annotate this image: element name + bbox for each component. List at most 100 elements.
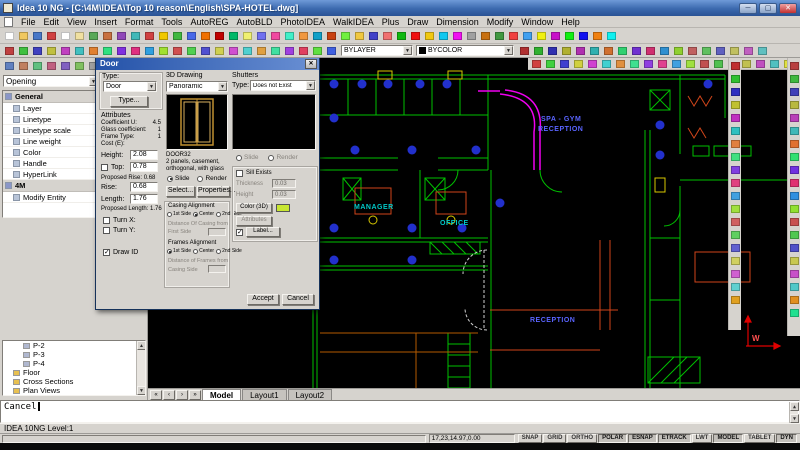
turn-x-checkbox[interactable] — [103, 217, 110, 224]
toolbar-icon[interactable] — [493, 30, 506, 42]
toolbar-icon[interactable] — [255, 30, 268, 42]
menu-dimension[interactable]: Dimension — [432, 16, 483, 28]
properties-button[interactable]: Properties... — [197, 186, 230, 197]
label-checkbox[interactable] — [236, 229, 243, 236]
toolbar-icon[interactable] — [423, 30, 436, 42]
frames-align-2nd-side[interactable]: 2nd Side — [216, 248, 242, 254]
toolbar-icon[interactable] — [465, 30, 478, 42]
maximize-button[interactable]: ▢ — [759, 3, 777, 14]
sill-exists-checkbox[interactable] — [236, 170, 243, 177]
toolbar-icon[interactable] — [17, 30, 30, 42]
toolbar-icon[interactable] — [729, 177, 741, 189]
toolbar-icon[interactable] — [729, 255, 741, 267]
type-button[interactable]: Type... — [110, 96, 148, 107]
toolbar-icon[interactable] — [756, 45, 769, 57]
toolbar-icon[interactable] — [269, 45, 282, 57]
toolbar-icon[interactable] — [227, 30, 240, 42]
toolbar-icon[interactable] — [729, 151, 741, 163]
toolbar-icon[interactable] — [628, 58, 641, 69]
toolbar-icon[interactable] — [729, 294, 741, 306]
toolbar-icon[interactable] — [616, 45, 629, 57]
toolbar-icon[interactable] — [754, 58, 767, 69]
tab-model[interactable]: Model — [202, 389, 241, 400]
toolbar-icon[interactable] — [788, 281, 800, 293]
toolbar-icon[interactable] — [59, 60, 72, 72]
toolbar-icon[interactable] — [788, 164, 800, 176]
toolbar-icon[interactable] — [157, 45, 170, 57]
toolbar-icon[interactable] — [670, 58, 683, 69]
toolbar-icon[interactable] — [530, 58, 543, 69]
status-toggle-esnap[interactable]: ESNAP — [628, 434, 657, 443]
toolbar-icon[interactable] — [560, 45, 573, 57]
toolbar-icon[interactable] — [45, 60, 58, 72]
toolbar-icon[interactable] — [311, 45, 324, 57]
toolbar-icon[interactable] — [199, 30, 212, 42]
tree-item[interactable]: P-3 — [3, 350, 145, 359]
toolbar-icon[interactable] — [87, 45, 100, 57]
menu-format[interactable]: Format — [121, 16, 158, 28]
casing-align-1st-side[interactable]: 1st Side — [167, 211, 191, 217]
frames-align-1st-side[interactable]: 1st Side — [167, 248, 191, 254]
toolbar-icon[interactable] — [574, 45, 587, 57]
status-toggle-ortho[interactable]: ORTHO — [567, 434, 597, 443]
toolbar-icon[interactable] — [788, 307, 800, 319]
command-line[interactable]: Cancel ▲ ▼ — [0, 400, 800, 423]
toolbar-icon[interactable] — [549, 30, 562, 42]
toolbar-icon[interactable] — [143, 30, 156, 42]
toolbar-icon[interactable] — [143, 45, 156, 57]
toolbar-icon[interactable] — [729, 281, 741, 293]
height-field[interactable]: 2.08 — [130, 150, 158, 160]
toolbar-icon[interactable] — [451, 30, 464, 42]
drawing3d-type-combobox[interactable]: Panoramic ▼ — [166, 81, 228, 92]
toolbar-icon[interactable] — [600, 58, 613, 69]
toolbar-icon[interactable] — [729, 138, 741, 150]
toolbar-icon[interactable] — [672, 45, 685, 57]
toolbar-icon[interactable] — [686, 45, 699, 57]
sill-color-button[interactable]: Color (3D) — [236, 203, 272, 213]
scroll-up-icon[interactable]: ▲ — [790, 402, 799, 411]
tab-nav-button[interactable]: « — [150, 390, 162, 400]
toolbar-icon[interactable] — [728, 45, 741, 57]
toolbar-icon[interactable] — [729, 216, 741, 228]
status-toggle-dyn[interactable]: DYN — [776, 434, 797, 443]
tree-item[interactable]: Floor — [3, 368, 145, 377]
scroll-down-icon[interactable]: ▼ — [790, 414, 799, 423]
toolbar-icon[interactable] — [185, 45, 198, 57]
toolbar-icon[interactable] — [729, 268, 741, 280]
toolbar-icon[interactable] — [31, 45, 44, 57]
toolbar-icon[interactable] — [605, 30, 618, 42]
toolbar-icon[interactable] — [283, 45, 296, 57]
toolbar-icon[interactable] — [297, 45, 310, 57]
toolbar-icon[interactable] — [395, 30, 408, 42]
menu-edit[interactable]: Edit — [40, 16, 64, 28]
tree-item[interactable]: Plan Views — [3, 386, 145, 395]
toolbar-icon[interactable] — [788, 242, 800, 254]
toolbar-icon[interactable] — [367, 30, 380, 42]
toolbar-icon[interactable] — [729, 99, 741, 111]
menu-help[interactable]: Help — [557, 16, 584, 28]
casing-align-center[interactable]: Center — [193, 211, 214, 217]
toolbar-icon[interactable] — [213, 45, 226, 57]
color-combobox[interactable]: BYCOLOR ▼ — [416, 45, 514, 56]
cancel-button[interactable]: Cancel — [282, 294, 314, 305]
toolbar-icon[interactable] — [572, 58, 585, 69]
toolbar-icon[interactable] — [788, 216, 800, 228]
scrollbar[interactable]: ▲ ▼ — [136, 341, 145, 395]
toolbar-icon[interactable] — [87, 30, 100, 42]
tab-nav-button[interactable]: ‹ — [163, 390, 175, 400]
toolbar-icon[interactable] — [59, 30, 72, 42]
toolbar-icon[interactable] — [558, 58, 571, 69]
toolbar-icon[interactable] — [45, 45, 58, 57]
close-button[interactable]: ✕ — [779, 3, 797, 14]
dialog-title-bar[interactable]: Door ✕ — [96, 58, 319, 70]
toolbar-icon[interactable] — [59, 45, 72, 57]
menu-plus[interactable]: Plus — [378, 16, 404, 28]
toolbar-icon[interactable] — [521, 30, 534, 42]
toolbar-icon[interactable] — [788, 86, 800, 98]
toolbar-icon[interactable] — [729, 86, 741, 98]
toolbar-icon[interactable] — [31, 60, 44, 72]
toolbar-icon[interactable] — [788, 138, 800, 150]
toolbar-icon[interactable] — [740, 58, 753, 69]
toolbar-icon[interactable] — [73, 45, 86, 57]
toolbar-icon[interactable] — [353, 30, 366, 42]
